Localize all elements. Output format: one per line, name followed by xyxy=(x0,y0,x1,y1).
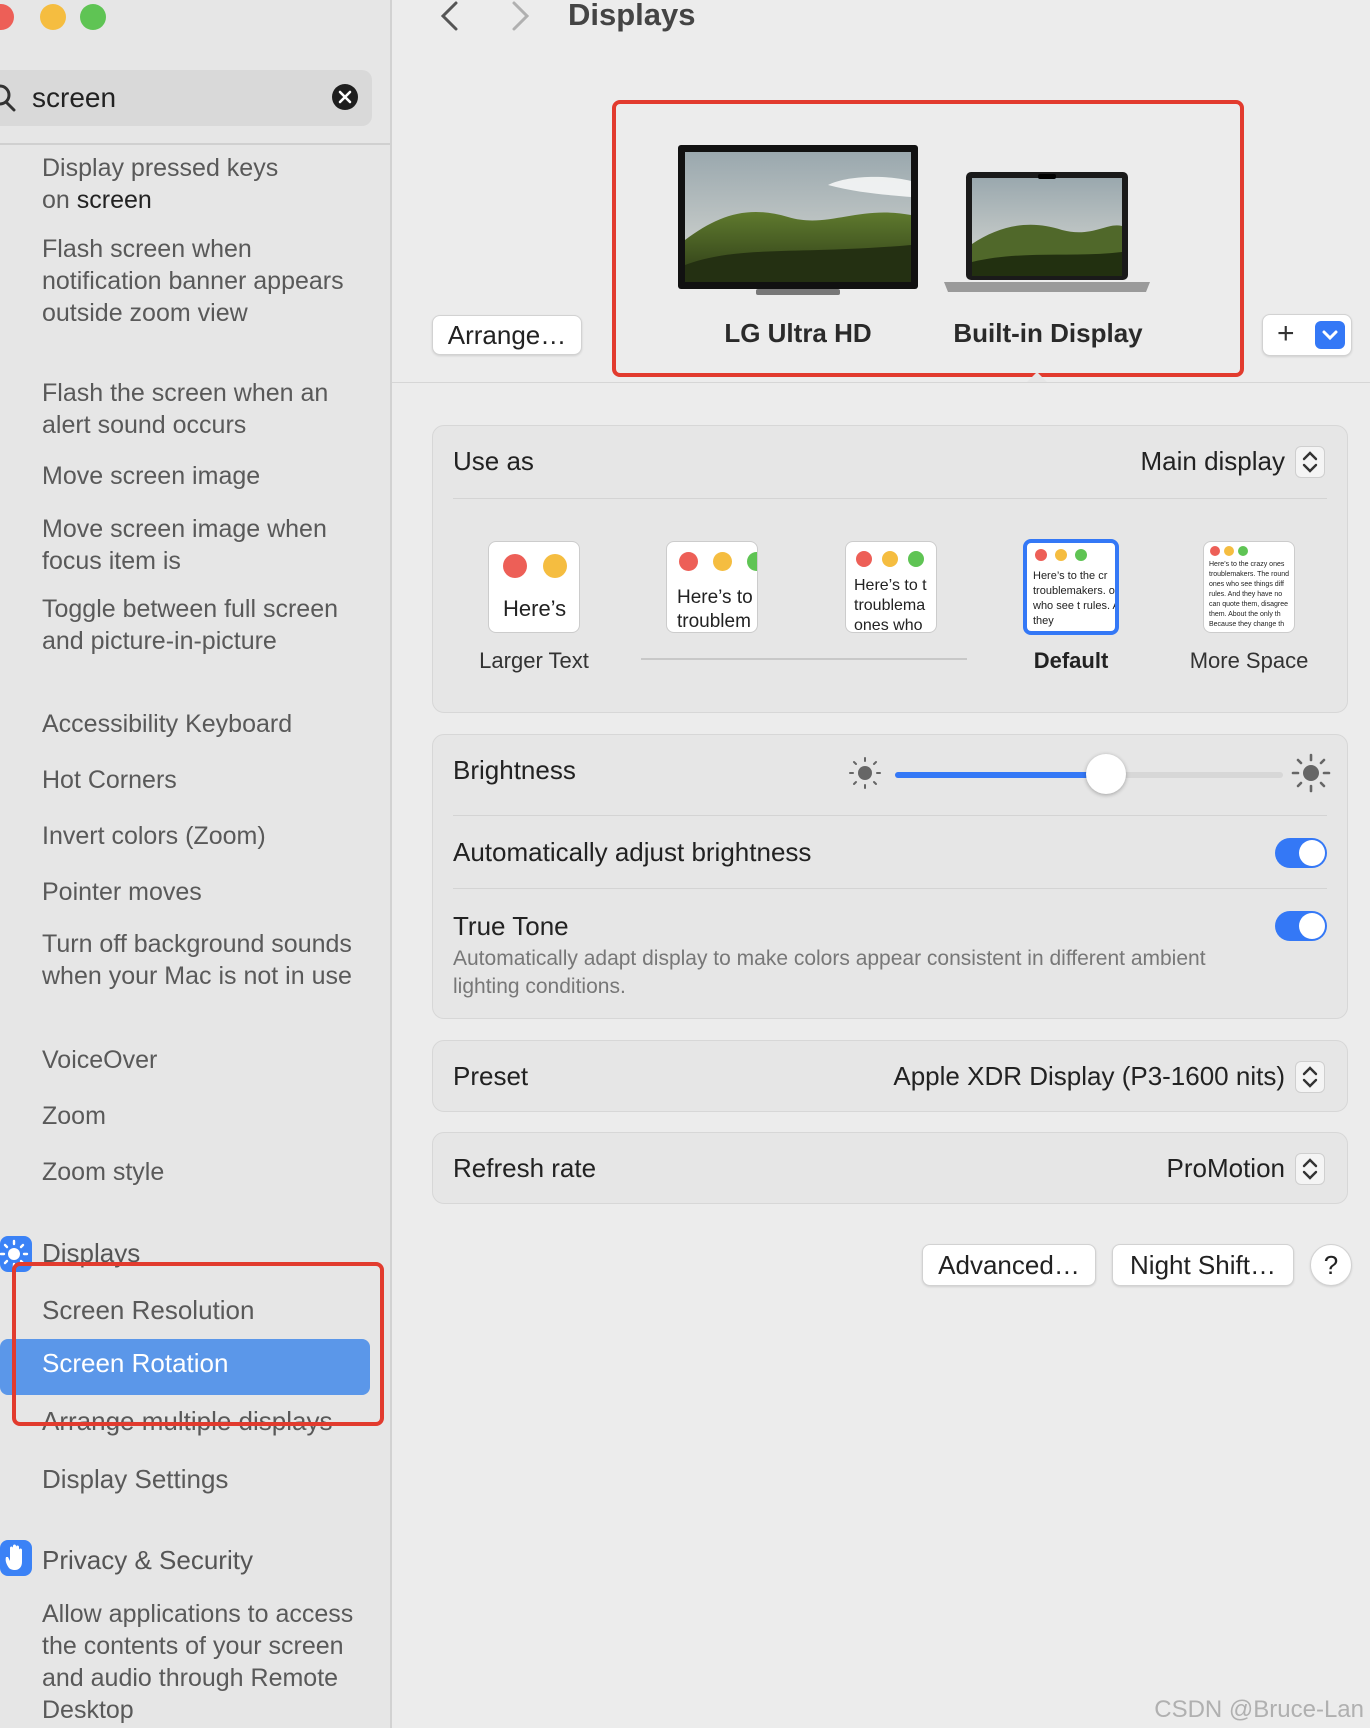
green-dot xyxy=(1238,546,1248,556)
sidebar: screen Display pressed keys on screen Fla… xyxy=(0,0,392,1728)
hand-icon xyxy=(0,1540,32,1576)
sidebar-item-invert-colors[interactable]: Invert colors (Zoom) xyxy=(42,820,372,852)
preview-text: Here’s to the crazy ones troublemakers. … xyxy=(1209,561,1290,628)
sidebar-divider xyxy=(0,143,390,145)
auto-brightness-toggle[interactable] xyxy=(1275,838,1327,868)
annotation-highlight-box xyxy=(612,100,1244,377)
sidebar-item-toggle-pip[interactable]: Toggle between full screen and picture-i… xyxy=(42,593,372,657)
brightness-high-icon xyxy=(1291,753,1331,798)
green-dot xyxy=(908,551,924,567)
red-dot xyxy=(1035,549,1047,561)
resolution-option-default[interactable]: Here’s to the cr troublemakers. ones who… xyxy=(1023,539,1119,635)
help-button[interactable]: ? xyxy=(1310,1244,1352,1286)
use-as-label: Use as xyxy=(453,446,534,476)
sidebar-item-move-screen-image-focus[interactable]: Move screen image when focus item is xyxy=(42,513,372,577)
red-dot xyxy=(856,551,872,567)
preset-label: Preset xyxy=(453,1061,529,1091)
green-dot xyxy=(747,552,757,571)
sidebar-item-display-pressed-keys[interactable]: Display pressed keys on screen xyxy=(42,152,372,216)
search-input[interactable]: screen xyxy=(32,82,116,114)
sidebar-item-remote-desktop[interactable]: Allow applications to access the content… xyxy=(42,1598,372,1726)
brightness-label: Brightness xyxy=(453,755,576,785)
sidebar-item-label: on xyxy=(42,186,77,214)
brightness-panel: Brightness Automatically adjust brightne… xyxy=(432,734,1348,1019)
true-tone-toggle[interactable] xyxy=(1275,911,1327,941)
sidebar-item-move-screen-image[interactable]: Move screen image xyxy=(42,460,372,492)
auto-brightness-label: Automatically adjust brightness xyxy=(453,837,812,867)
row-divider xyxy=(453,498,1327,499)
back-arrow-icon[interactable] xyxy=(438,0,462,39)
selection-pointer xyxy=(1027,372,1047,382)
annotation-highlight-box xyxy=(12,1262,384,1426)
add-display-menu[interactable]: + xyxy=(1262,314,1352,356)
zoom-window-button[interactable] xyxy=(80,4,106,30)
yellow-dot xyxy=(543,554,567,578)
forward-arrow-icon[interactable] xyxy=(508,0,532,39)
search-icon xyxy=(0,84,20,117)
brightness-slider[interactable] xyxy=(895,754,1283,794)
stepper-icon[interactable] xyxy=(1295,1153,1325,1185)
resolution-option-2[interactable]: Here’s to troublem xyxy=(666,541,758,633)
search-match: screen xyxy=(76,186,152,214)
clear-search-icon[interactable] xyxy=(332,84,358,115)
resolution-label-default: Default xyxy=(1033,648,1109,673)
resolution-label-more-space: More Space xyxy=(1189,648,1309,673)
preview-text: Here’s xyxy=(503,596,567,621)
sidebar-item-accessibility-keyboard[interactable]: Accessibility Keyboard xyxy=(42,708,372,740)
true-tone-label: True Tone xyxy=(453,911,569,941)
sidebar-item-zoom-style[interactable]: Zoom style xyxy=(42,1156,372,1188)
sidebar-item-flash-screen-banner[interactable]: Flash screen when notification banner ap… xyxy=(42,233,372,329)
slider-knob[interactable] xyxy=(1086,754,1127,794)
red-dot xyxy=(679,552,698,571)
resolution-option-more-space[interactable]: Here’s to the crazy ones troublemakers. … xyxy=(1203,541,1295,633)
yellow-dot xyxy=(882,551,898,567)
refresh-rate-label: Refresh rate xyxy=(453,1153,597,1183)
true-tone-description: Automatically adapt display to make colo… xyxy=(453,947,1206,998)
yellow-dot xyxy=(1224,546,1234,556)
stepper-icon[interactable] xyxy=(1295,446,1325,478)
red-dot xyxy=(1210,546,1220,556)
red-dot xyxy=(503,554,527,578)
sidebar-item-zoom[interactable]: Zoom xyxy=(42,1100,372,1132)
arrange-button[interactable]: Arrange… xyxy=(432,315,582,355)
close-window-button[interactable] xyxy=(0,4,14,30)
sidebar-item-flash-screen-alert[interactable]: Flash the screen when an alert sound occ… xyxy=(42,377,372,441)
night-shift-button[interactable]: Night Shift… xyxy=(1112,1244,1294,1286)
sidebar-item-voiceover[interactable]: VoiceOver xyxy=(42,1044,372,1076)
use-as-value[interactable]: Main display xyxy=(1140,446,1285,477)
brightness-low-icon xyxy=(847,755,883,796)
preview-text: Here’s to t troublema ones who xyxy=(854,577,927,633)
preview-text: Here’s to troublem xyxy=(677,587,753,632)
resolution-option-larger-text[interactable]: Here’s xyxy=(488,541,580,633)
preview-text: Here’s to the cr troublemakers. ones who… xyxy=(1033,570,1115,627)
add-icon[interactable]: + xyxy=(1277,317,1295,351)
chevron-down-icon[interactable] xyxy=(1315,321,1345,349)
green-dot xyxy=(1075,549,1087,561)
yellow-dot xyxy=(1055,549,1067,561)
refresh-rate-value[interactable]: ProMotion xyxy=(1167,1153,1286,1184)
slider-fill xyxy=(895,772,1107,778)
sidebar-item-display-settings[interactable]: Display Settings xyxy=(42,1463,372,1495)
row-divider xyxy=(453,888,1327,889)
sidebar-item-pointer-moves[interactable]: Pointer moves xyxy=(42,876,372,908)
watermark: CSDN @Bruce-Lan xyxy=(1154,1696,1364,1723)
sidebar-item-hot-corners[interactable]: Hot Corners xyxy=(42,764,372,796)
sidebar-item-background-sounds[interactable]: Turn off background sounds when your Mac… xyxy=(42,928,372,992)
sidebar-section-privacy[interactable]: Privacy & Security xyxy=(42,1545,253,1576)
refresh-rate-panel: Refresh rate ProMotion xyxy=(432,1132,1348,1204)
sidebar-item-label: Display pressed keys xyxy=(42,154,279,182)
preset-panel: Preset Apple XDR Display (P3-1600 nits) xyxy=(432,1040,1348,1112)
resolution-label-larger-text: Larger Text xyxy=(479,648,589,673)
search-field[interactable]: screen xyxy=(0,70,372,126)
advanced-button[interactable]: Advanced… xyxy=(922,1244,1096,1286)
resolution-option-3[interactable]: Here’s to t troublema ones who xyxy=(845,541,937,633)
preset-value[interactable]: Apple XDR Display (P3-1600 nits) xyxy=(893,1061,1285,1092)
row-divider xyxy=(453,815,1327,816)
use-as-panel: Use as Main display Here’s Larger Text H… xyxy=(432,425,1348,713)
yellow-dot xyxy=(713,552,732,571)
stepper-icon[interactable] xyxy=(1295,1061,1325,1093)
resolution-track xyxy=(641,658,967,660)
page-title: Displays xyxy=(568,0,696,32)
minimize-window-button[interactable] xyxy=(40,4,66,30)
